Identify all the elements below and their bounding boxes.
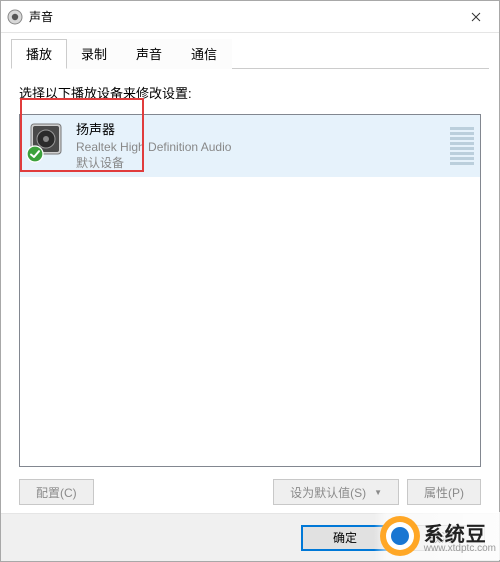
tab-sounds[interactable]: 声音 <box>121 39 177 69</box>
device-name: 扬声器 <box>76 121 231 139</box>
device-icon <box>28 121 68 161</box>
close-button[interactable] <box>453 1 499 32</box>
device-text: 扬声器 Realtek High Definition Audio 默认设备 <box>76 121 231 171</box>
sound-dialog-window: 声音 播放 录制 声音 通信 选择以下播放设备来修改设置: <box>0 0 500 562</box>
level-meter <box>450 125 474 165</box>
set-default-button[interactable]: 设为默认值(S) ▼ <box>273 479 399 505</box>
tab-strip: 播放 录制 声音 通信 <box>1 33 499 69</box>
device-status: 默认设备 <box>76 155 231 171</box>
caret-down-icon: ▼ <box>374 488 382 497</box>
watermark-url: www.xtdptc.com <box>424 543 496 554</box>
tab-content-playback: 选择以下播放设备来修改设置: 扬声器 <box>1 69 499 513</box>
properties-button[interactable]: 属性(P) <box>407 479 481 505</box>
watermark: 系统豆 www.xtdptc.com <box>374 512 500 560</box>
playback-device-list[interactable]: 扬声器 Realtek High Definition Audio 默认设备 <box>19 114 481 467</box>
device-item-speakers[interactable]: 扬声器 Realtek High Definition Audio 默认设备 <box>20 115 480 177</box>
instruction-text: 选择以下播放设备来修改设置: <box>19 83 481 102</box>
dialog-title: 声音 <box>29 8 53 25</box>
default-check-icon <box>26 145 44 163</box>
tab-playback[interactable]: 播放 <box>11 39 67 69</box>
tab-communications[interactable]: 通信 <box>176 39 232 69</box>
titlebar: 声音 <box>1 1 499 33</box>
playback-button-row: 配置(C) 设为默认值(S) ▼ 属性(P) <box>19 479 481 505</box>
watermark-logo-icon <box>380 516 420 556</box>
tab-recording[interactable]: 录制 <box>66 39 122 69</box>
sound-dialog-icon <box>7 9 23 25</box>
configure-button[interactable]: 配置(C) <box>19 479 94 505</box>
device-driver: Realtek High Definition Audio <box>76 139 231 155</box>
